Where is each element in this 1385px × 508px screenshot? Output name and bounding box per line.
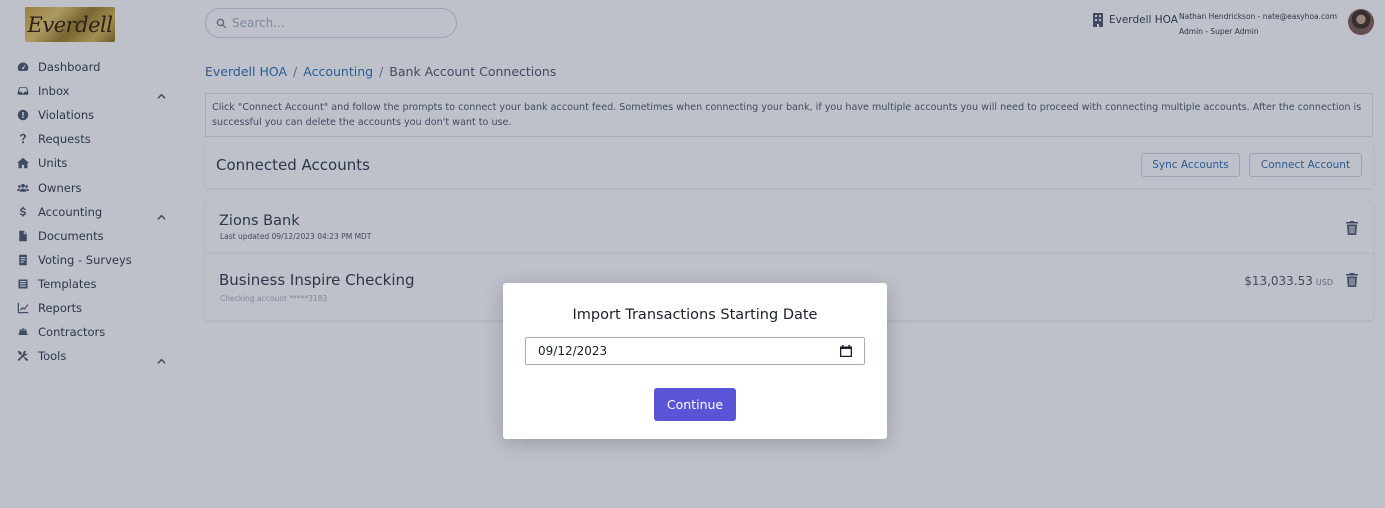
calendar-icon[interactable] (840, 345, 852, 357)
start-date-input[interactable]: 09/12/2023 (525, 337, 865, 365)
modal-title: Import Transactions Starting Date (572, 307, 818, 323)
start-date-value: 09/12/2023 (538, 344, 608, 358)
continue-button[interactable]: Continue (654, 388, 736, 421)
import-date-modal: Import Transactions Starting Date 09/12/… (503, 283, 887, 439)
